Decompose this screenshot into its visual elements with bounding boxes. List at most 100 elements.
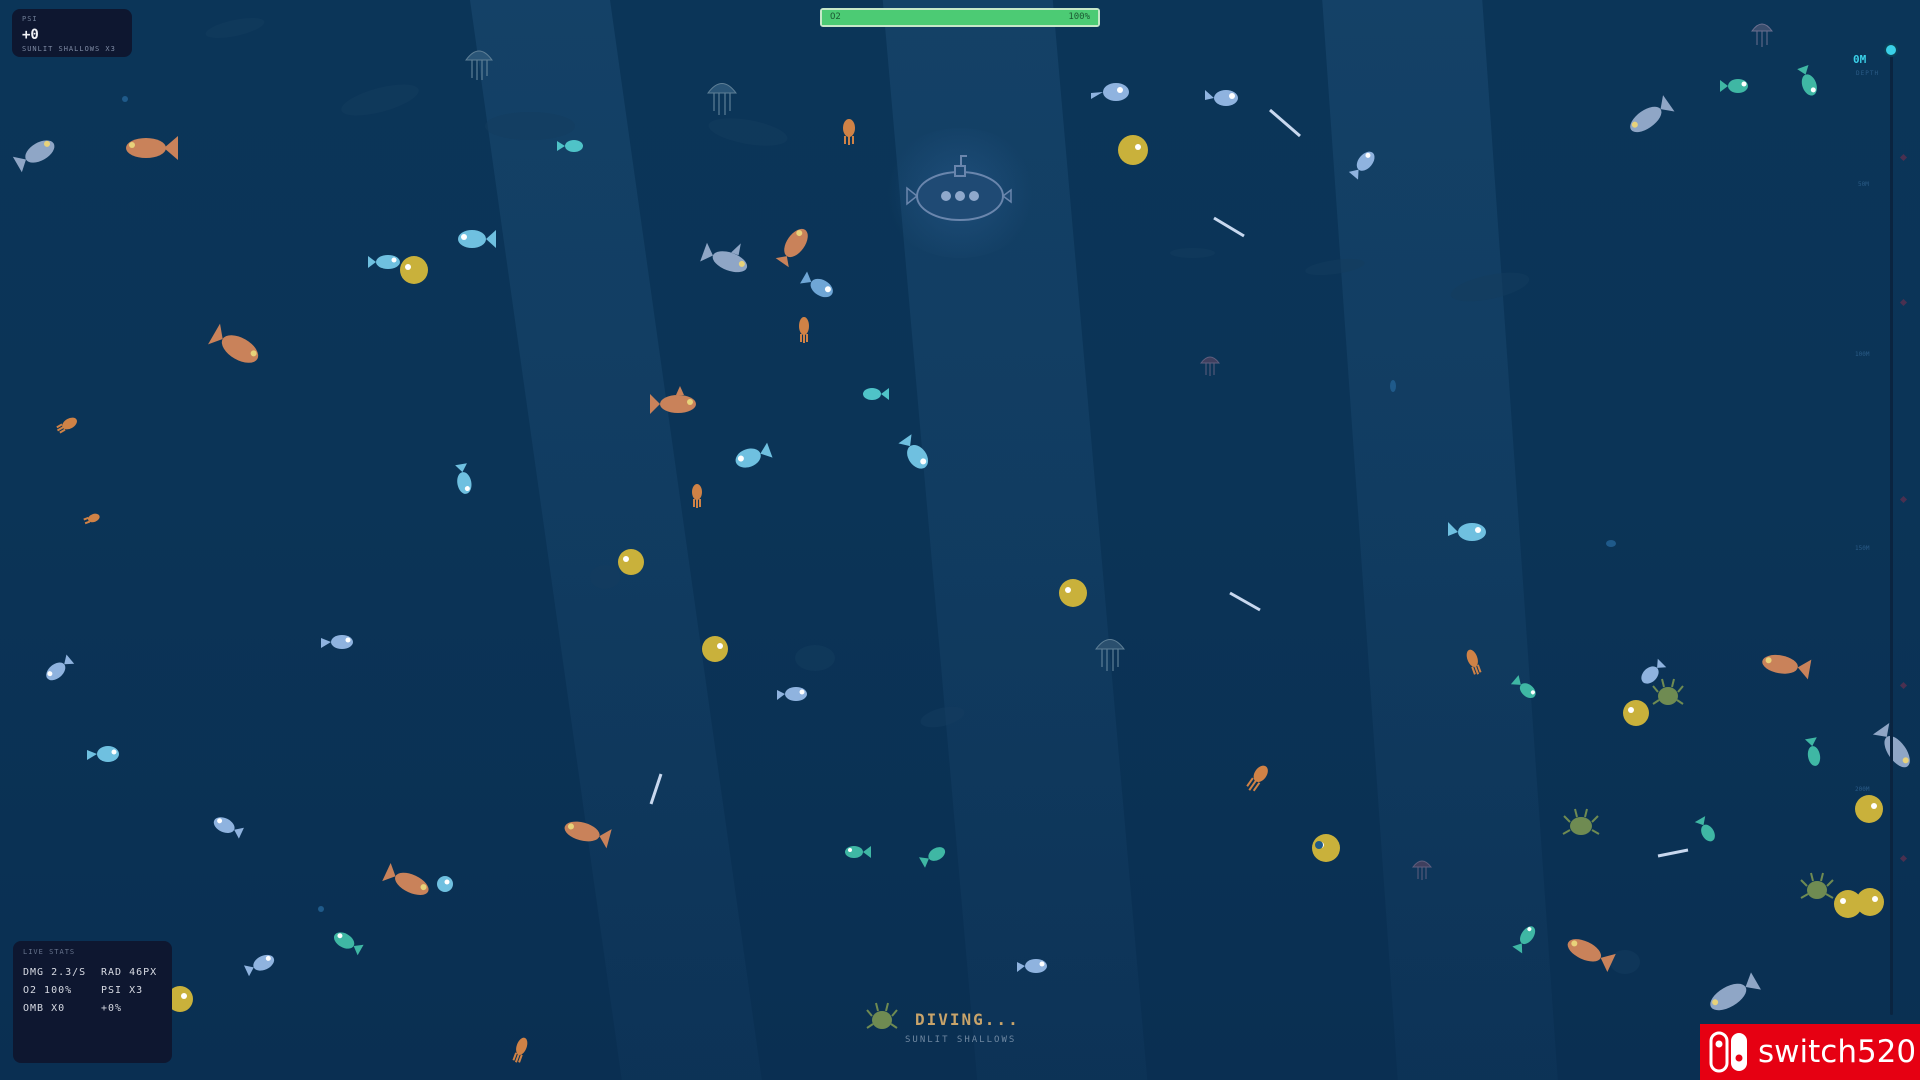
jellyfish bbox=[1199, 356, 1221, 376]
bubble bbox=[318, 906, 324, 912]
depth-mark-label: 100M bbox=[1855, 351, 1870, 358]
squid-orange bbox=[843, 119, 855, 145]
stat-psi: PSI X3 bbox=[101, 985, 144, 996]
stat-radius: RAD 46PX bbox=[101, 967, 158, 978]
crab-green bbox=[1652, 678, 1684, 705]
squid-orange bbox=[512, 1037, 528, 1063]
fish-blue bbox=[1348, 151, 1375, 180]
fish-blue bbox=[1091, 83, 1129, 101]
crab-green bbox=[1562, 808, 1600, 835]
jellyfish bbox=[1751, 23, 1773, 47]
live-stats-panel: LIVE STATS DMG 2.3/S RAD 46PX O2 100% PS… bbox=[13, 941, 172, 1063]
switch-logo-icon bbox=[1709, 1031, 1747, 1073]
squid-orange bbox=[692, 484, 702, 508]
squid-orange bbox=[56, 417, 77, 434]
score-label: PSI bbox=[22, 15, 38, 23]
fish-blue bbox=[368, 255, 400, 269]
zone-name: SUNLIT SHALLOWS bbox=[905, 1035, 1017, 1045]
squid-orange bbox=[799, 317, 809, 343]
light-beam bbox=[470, 0, 762, 1080]
status-text: DIVING... bbox=[915, 1010, 1020, 1029]
fish-shark-grey bbox=[1872, 722, 1910, 768]
fish-teal bbox=[557, 140, 583, 152]
fish-teal bbox=[1512, 926, 1536, 954]
score-value: +0 bbox=[22, 27, 39, 43]
stat-oxygen: O2 100% bbox=[23, 985, 73, 996]
needlefish bbox=[1269, 108, 1301, 138]
live-stats-title: LIVE STATS bbox=[23, 948, 76, 956]
fish-cyan bbox=[898, 434, 929, 469]
stat-omb: OMB X0 bbox=[23, 1003, 66, 1014]
jellyfish bbox=[1411, 860, 1433, 880]
fish-teal bbox=[845, 846, 871, 858]
fish-shark-grey bbox=[12, 140, 55, 173]
needlefish bbox=[1657, 848, 1689, 858]
fish-shark-grey bbox=[1710, 972, 1761, 1011]
squid-orange bbox=[83, 513, 100, 525]
pufferfish-yellow bbox=[167, 986, 193, 1012]
background-fish-shadow bbox=[706, 113, 790, 151]
fish-cyan bbox=[458, 230, 496, 248]
fish-blue bbox=[800, 271, 833, 298]
needlefish bbox=[1213, 216, 1245, 238]
fish-teal bbox=[1797, 65, 1817, 96]
fish-cyan bbox=[437, 876, 453, 892]
jellyfish bbox=[465, 50, 493, 80]
needlefish bbox=[1229, 591, 1261, 612]
fish-blue bbox=[243, 954, 275, 977]
fish-teal bbox=[863, 388, 889, 400]
depth-gauge-marker bbox=[1884, 43, 1898, 57]
fish-blue bbox=[777, 687, 807, 701]
oxygen-percent: 100% bbox=[1068, 12, 1090, 22]
bubble bbox=[122, 96, 128, 102]
submarine-player[interactable] bbox=[905, 152, 1015, 224]
pufferfish-yellow bbox=[618, 549, 644, 575]
fish-blue bbox=[46, 654, 75, 681]
pufferfish-yellow bbox=[702, 636, 728, 662]
fish-shark-grey bbox=[1630, 95, 1675, 133]
jellyfish bbox=[1095, 639, 1125, 671]
depth-gauge-track bbox=[1890, 55, 1893, 1015]
fish-teal bbox=[1720, 79, 1748, 93]
fish-blue bbox=[213, 817, 244, 839]
stat-damage: DMG 2.3/S bbox=[23, 967, 87, 978]
background-fish-shadow bbox=[795, 645, 835, 671]
score-panel: PSI +0 SUNLIT SHALLOWS X3 bbox=[12, 9, 132, 57]
background-fish-shadow bbox=[1170, 248, 1215, 258]
stat-bonus: +0% bbox=[101, 1003, 123, 1014]
fish-teal bbox=[333, 932, 364, 956]
jellyfish bbox=[707, 83, 737, 115]
watermark-text: switch520 bbox=[1758, 1034, 1917, 1070]
pufferfish-yellow bbox=[1118, 135, 1148, 165]
squid-orange bbox=[1466, 649, 1482, 675]
pufferfish-yellow bbox=[1059, 579, 1087, 607]
depth-mark-label: 150M bbox=[1855, 545, 1870, 552]
background-fish-shadow bbox=[203, 13, 267, 43]
fish-orange-shark bbox=[208, 323, 259, 363]
depth-mark-label: 50M bbox=[1858, 181, 1869, 188]
fish-cyan bbox=[1448, 522, 1486, 541]
pufferfish-yellow bbox=[1623, 700, 1649, 726]
squid-orange bbox=[1246, 765, 1268, 792]
fish-orange-shark bbox=[382, 862, 429, 895]
fish-cyan bbox=[87, 746, 119, 762]
depth-value: 0M bbox=[1853, 53, 1867, 66]
fish-orange-shark bbox=[126, 136, 178, 160]
fish-blue bbox=[1017, 959, 1047, 973]
fish-blue bbox=[1205, 90, 1238, 106]
zone-multiplier: SUNLIT SHALLOWS X3 bbox=[22, 45, 116, 53]
depth-label: DEPTH bbox=[1856, 70, 1880, 77]
pufferfish-pair bbox=[1834, 888, 1884, 918]
fish-orange-shark bbox=[1762, 654, 1812, 680]
background-fish-shadow bbox=[338, 78, 422, 122]
pufferfish-yellow bbox=[400, 256, 428, 284]
fish-orange-shark bbox=[564, 821, 612, 849]
crab-green-icon bbox=[866, 1002, 898, 1029]
fish-orange-shark bbox=[1567, 939, 1616, 973]
oxygen-bar: O2 100% bbox=[820, 8, 1100, 27]
fish-blue bbox=[321, 635, 353, 649]
oxygen-bar-fill bbox=[822, 10, 1098, 25]
depth-mark-label: 200M bbox=[1855, 786, 1870, 793]
pufferfish-yellow bbox=[1855, 795, 1883, 823]
fish-cyan bbox=[735, 442, 773, 468]
